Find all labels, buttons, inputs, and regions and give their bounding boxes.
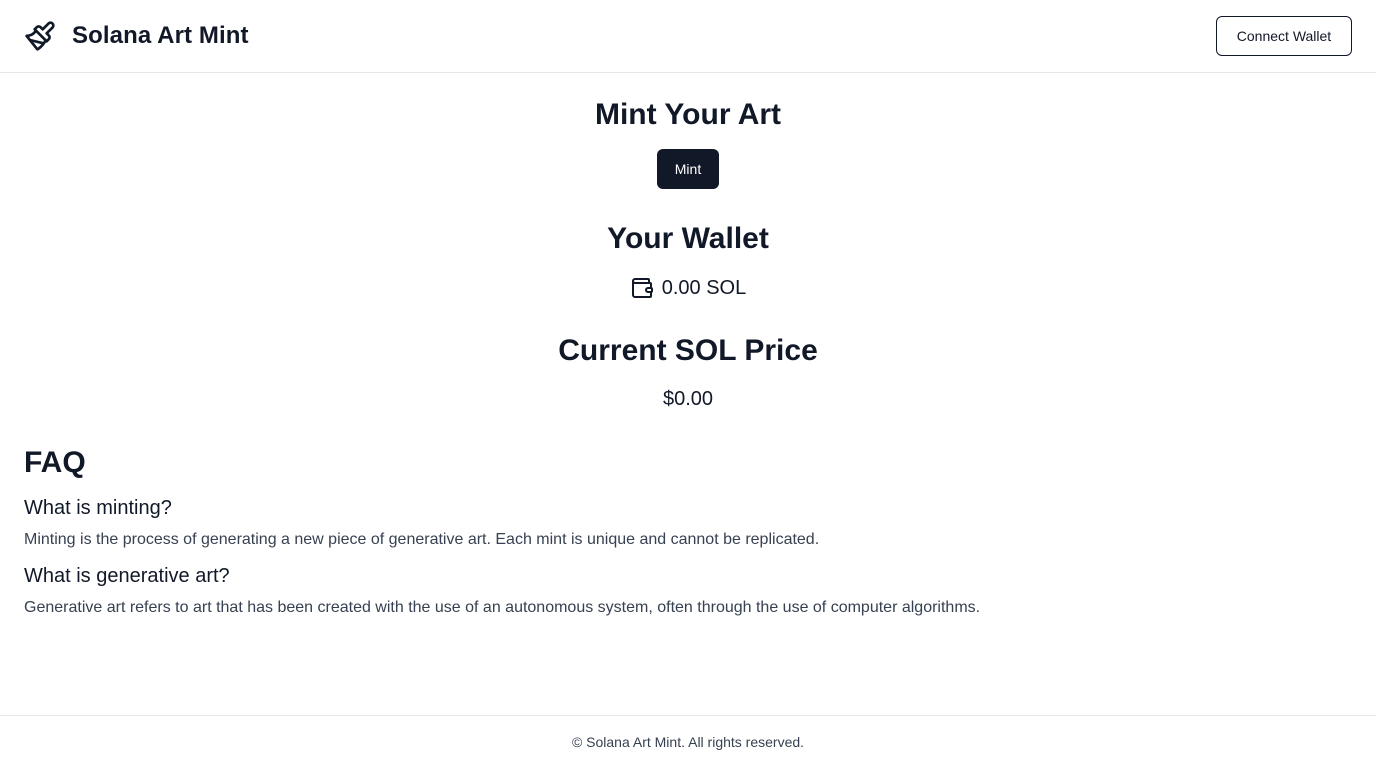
brand[interactable]: Solana Art Mint <box>24 18 249 54</box>
footer: © Solana Art Mint. All rights reserved. <box>0 715 1376 768</box>
sol-price-value: $0.00 <box>662 388 714 410</box>
faq-item: What is generative art? Generative art r… <box>24 562 1352 620</box>
wallet-balance-row: 0.00 SOL <box>0 274 1376 302</box>
connect-wallet-button[interactable]: Connect Wallet <box>1216 16 1352 56</box>
mint-button[interactable]: Mint <box>657 149 719 189</box>
faq-question: What is minting? <box>24 497 172 519</box>
top-header: Solana Art Mint Connect Wallet <box>0 0 1376 73</box>
faq-item: What is minting? Minting is the process … <box>24 494 1352 552</box>
page: Solana Art Mint Connect Wallet Mint Your… <box>0 0 1376 768</box>
wallet-heading: Your Wallet <box>607 222 769 255</box>
faq-question: What is generative art? <box>24 565 230 587</box>
wallet-icon <box>630 276 654 300</box>
app-title: Solana Art Mint <box>72 22 249 49</box>
paintbrush-icon <box>24 20 56 52</box>
wallet-balance: 0.00 SOL <box>661 276 747 299</box>
price-heading: Current SOL Price <box>558 334 818 367</box>
faq-answer: Generative art refers to art that has be… <box>24 599 981 616</box>
faq-answer: Minting is the process of generating a n… <box>24 531 820 548</box>
copyright-text: © Solana Art Mint. All rights reserved. <box>571 734 805 750</box>
faq-section: FAQ What is minting? Minting is the proc… <box>24 444 1352 630</box>
mint-heading: Mint Your Art <box>594 98 782 131</box>
faq-title: FAQ <box>24 446 86 479</box>
